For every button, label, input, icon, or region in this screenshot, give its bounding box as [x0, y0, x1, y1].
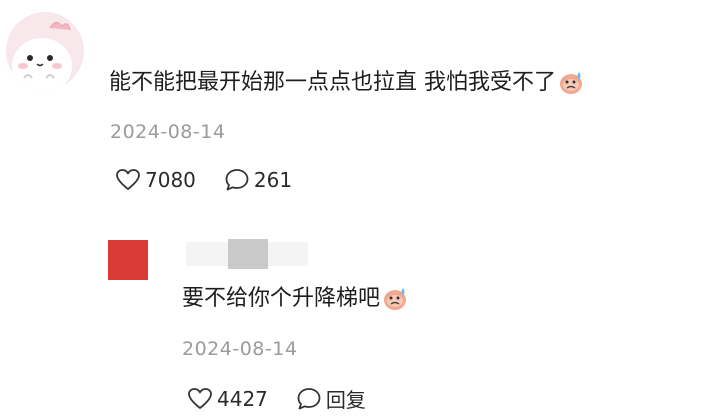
chat-bubble-icon — [297, 387, 321, 409]
reply-like-count: 4427 — [217, 386, 268, 411]
reply-label: 回复 — [325, 388, 366, 412]
like-button[interactable]: 7080 — [115, 168, 196, 192]
reply-count-button[interactable]: 261 — [224, 168, 292, 192]
reply-date: 2024-08-14 — [182, 338, 298, 360]
reply-button[interactable]: 回复 — [296, 384, 366, 413]
sweat-face-emoji-icon — [558, 69, 584, 106]
reply-text: 要不给你个升降梯吧 — [182, 282, 408, 322]
cartoon-avatar-icon — [6, 12, 84, 90]
reply-like-button[interactable]: 4427 — [187, 387, 268, 411]
heart-icon — [188, 387, 212, 409]
sweat-face-emoji-icon — [382, 285, 408, 322]
reply-username-block — [228, 239, 268, 269]
comment-text: 能不能把最开始那一点点也拉直 我怕我受不了 — [109, 66, 584, 106]
heart-icon — [116, 169, 140, 190]
comment-date: 2024-08-14 — [110, 121, 226, 143]
avatar[interactable] — [6, 12, 84, 90]
like-count: 7080 — [145, 168, 196, 192]
chat-bubble-icon — [225, 169, 249, 191]
reply-count: 261 — [253, 168, 293, 192]
reply-actions: 4427 回复 — [187, 384, 366, 413]
comment-actions: 7080 261 — [115, 168, 292, 192]
reply-body: 要不给你个升降梯吧 — [182, 286, 381, 311]
comment-body: 能不能把最开始那一点点也拉直 我怕我受不了 — [109, 70, 556, 95]
reply-avatar[interactable] — [108, 240, 148, 280]
